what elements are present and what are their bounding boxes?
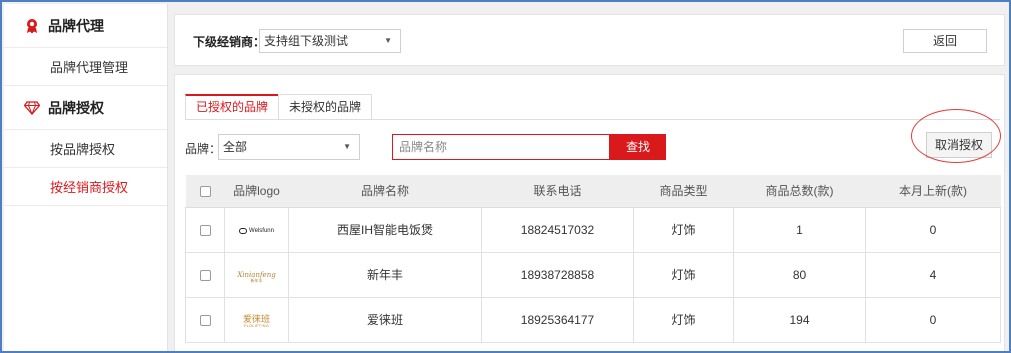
phone-cell: 18925364177 <box>481 296 634 343</box>
dealer-label: 下级经销商： <box>193 35 266 49</box>
sidebar: 品牌代理 品牌代理管理 品牌授权 按品牌授权 按经销商授权 <box>4 4 168 351</box>
column-header: 商品类型 <box>633 175 734 208</box>
row-select-cell <box>185 251 225 298</box>
brand-table: 品牌logo 品牌名称 联系电话 商品类型 商品总数(款) 本月上新(款) We… <box>185 175 1001 343</box>
brand-logo-subtext: FLOLIFTING <box>243 323 270 328</box>
brand-filter-label: 品牌： <box>185 142 222 156</box>
brand-logo-cell: 爱徕班 FLOLIFTING <box>224 296 289 343</box>
main-content: 下级经销商： 支持组下级测试 ▼ 返回 已授权的品牌 未授权的品牌 品牌： 全部… <box>174 4 1009 351</box>
brand-select[interactable]: 全部 ▼ <box>218 134 360 160</box>
type-cell: 灯饰 <box>633 206 734 253</box>
brand-select-value: 全部 <box>223 140 248 154</box>
total-cell: 1 <box>733 206 866 253</box>
sidebar-item-authorize-by-dealer[interactable]: 按经销商授权 <box>4 168 167 206</box>
sidebar-item-authorize-by-brand[interactable]: 按品牌授权 <box>4 130 167 168</box>
row-checkbox[interactable] <box>199 314 211 326</box>
brand-logo: Welsfunn <box>239 227 274 234</box>
column-header: 联系电话 <box>481 175 634 208</box>
new-cell: 4 <box>865 251 1001 298</box>
app-frame: 品牌代理 品牌代理管理 品牌授权 按品牌授权 按经销商授权 下级经销商： 支持组… <box>0 0 1011 353</box>
select-all-cell <box>185 175 225 208</box>
brand-logo-subtext: 新年丰 <box>250 278 263 283</box>
brand-logo-text: Welsfunn <box>249 227 274 234</box>
column-header: 品牌名称 <box>288 175 482 208</box>
new-cell: 0 <box>865 206 1001 253</box>
table-row: Welsfunn 西屋IH智能电饭煲 18824517032 灯饰 1 0 <box>185 206 1001 253</box>
column-header: 商品总数(款) <box>733 175 866 208</box>
tab-authorized-brands[interactable]: 已授权的品牌 <box>185 94 280 119</box>
brand-search-input[interactable]: 品牌名称 <box>392 134 610 160</box>
sidebar-group-label: 品牌授权 <box>48 99 104 116</box>
brand-logo: 爱徕班 FLOLIFTING <box>243 315 270 328</box>
phone-cell: 18824517032 <box>481 206 634 253</box>
cancel-authorization-button[interactable]: 取消授权 <box>926 132 992 158</box>
row-select-cell <box>185 206 225 253</box>
total-cell: 80 <box>733 251 866 298</box>
chevron-down-icon: ▼ <box>343 142 351 151</box>
diamond-icon <box>24 100 40 116</box>
row-checkbox[interactable] <box>199 269 211 281</box>
type-cell: 灯饰 <box>633 251 734 298</box>
column-header: 品牌logo <box>224 175 289 208</box>
new-cell: 0 <box>865 296 1001 343</box>
sidebar-group-label: 品牌代理 <box>48 17 104 34</box>
tab-unauthorized-brands[interactable]: 未授权的品牌 <box>278 94 373 119</box>
chevron-down-icon: ▼ <box>384 36 392 45</box>
sidebar-item-brand-agency-management[interactable]: 品牌代理管理 <box>4 48 167 86</box>
back-button[interactable]: 返回 <box>903 29 987 53</box>
table-header-row: 品牌logo 品牌名称 联系电话 商品类型 商品总数(款) 本月上新(款) <box>185 175 1001 208</box>
tab-bar: 已授权的品牌 未授权的品牌 <box>185 94 373 119</box>
brand-name-cell: 新年丰 <box>288 251 482 298</box>
phone-cell: 18938728858 <box>481 251 634 298</box>
brand-name-cell: 西屋IH智能电饭煲 <box>288 206 482 253</box>
tab-divider <box>185 119 1000 120</box>
logo-mark-icon <box>239 227 248 234</box>
sidebar-group-brand-authorization[interactable]: 品牌授权 <box>4 86 167 130</box>
row-checkbox[interactable] <box>199 224 211 236</box>
total-cell: 194 <box>733 296 866 343</box>
table-row: Xinianfeng 新年丰 新年丰 18938728858 灯饰 80 4 <box>185 251 1001 298</box>
sidebar-item-label: 按品牌授权 <box>50 142 116 157</box>
sidebar-item-label: 品牌代理管理 <box>50 60 129 75</box>
column-header: 本月上新(款) <box>865 175 1001 208</box>
find-button[interactable]: 查找 <box>610 134 666 160</box>
sidebar-group-brand-agency[interactable]: 品牌代理 <box>4 4 167 48</box>
type-cell: 灯饰 <box>633 296 734 343</box>
brand-logo-cell: Xinianfeng 新年丰 <box>224 251 289 298</box>
brand-panel: 已授权的品牌 未授权的品牌 品牌： 全部 ▼ 品牌名称 查找 取消授权 品牌lo… <box>174 74 1005 351</box>
brand-logo: Xinianfeng 新年丰 <box>237 272 275 283</box>
dealer-select-value: 支持组下级测试 <box>264 34 349 48</box>
table-row: 爱徕班 FLOLIFTING 爱徕班 18925364177 灯饰 194 0 <box>185 296 1001 343</box>
dealer-select[interactable]: 支持组下级测试 ▼ <box>259 29 401 53</box>
brand-name-cell: 爱徕班 <box>288 296 482 343</box>
sidebar-item-label: 按经销商授权 <box>50 180 129 195</box>
row-select-cell <box>185 296 225 343</box>
badge-icon <box>24 18 40 34</box>
brand-logo-cell: Welsfunn <box>224 206 289 253</box>
select-all-checkbox[interactable] <box>199 186 211 198</box>
dealer-bar: 下级经销商： 支持组下级测试 ▼ 返回 <box>174 14 1005 66</box>
